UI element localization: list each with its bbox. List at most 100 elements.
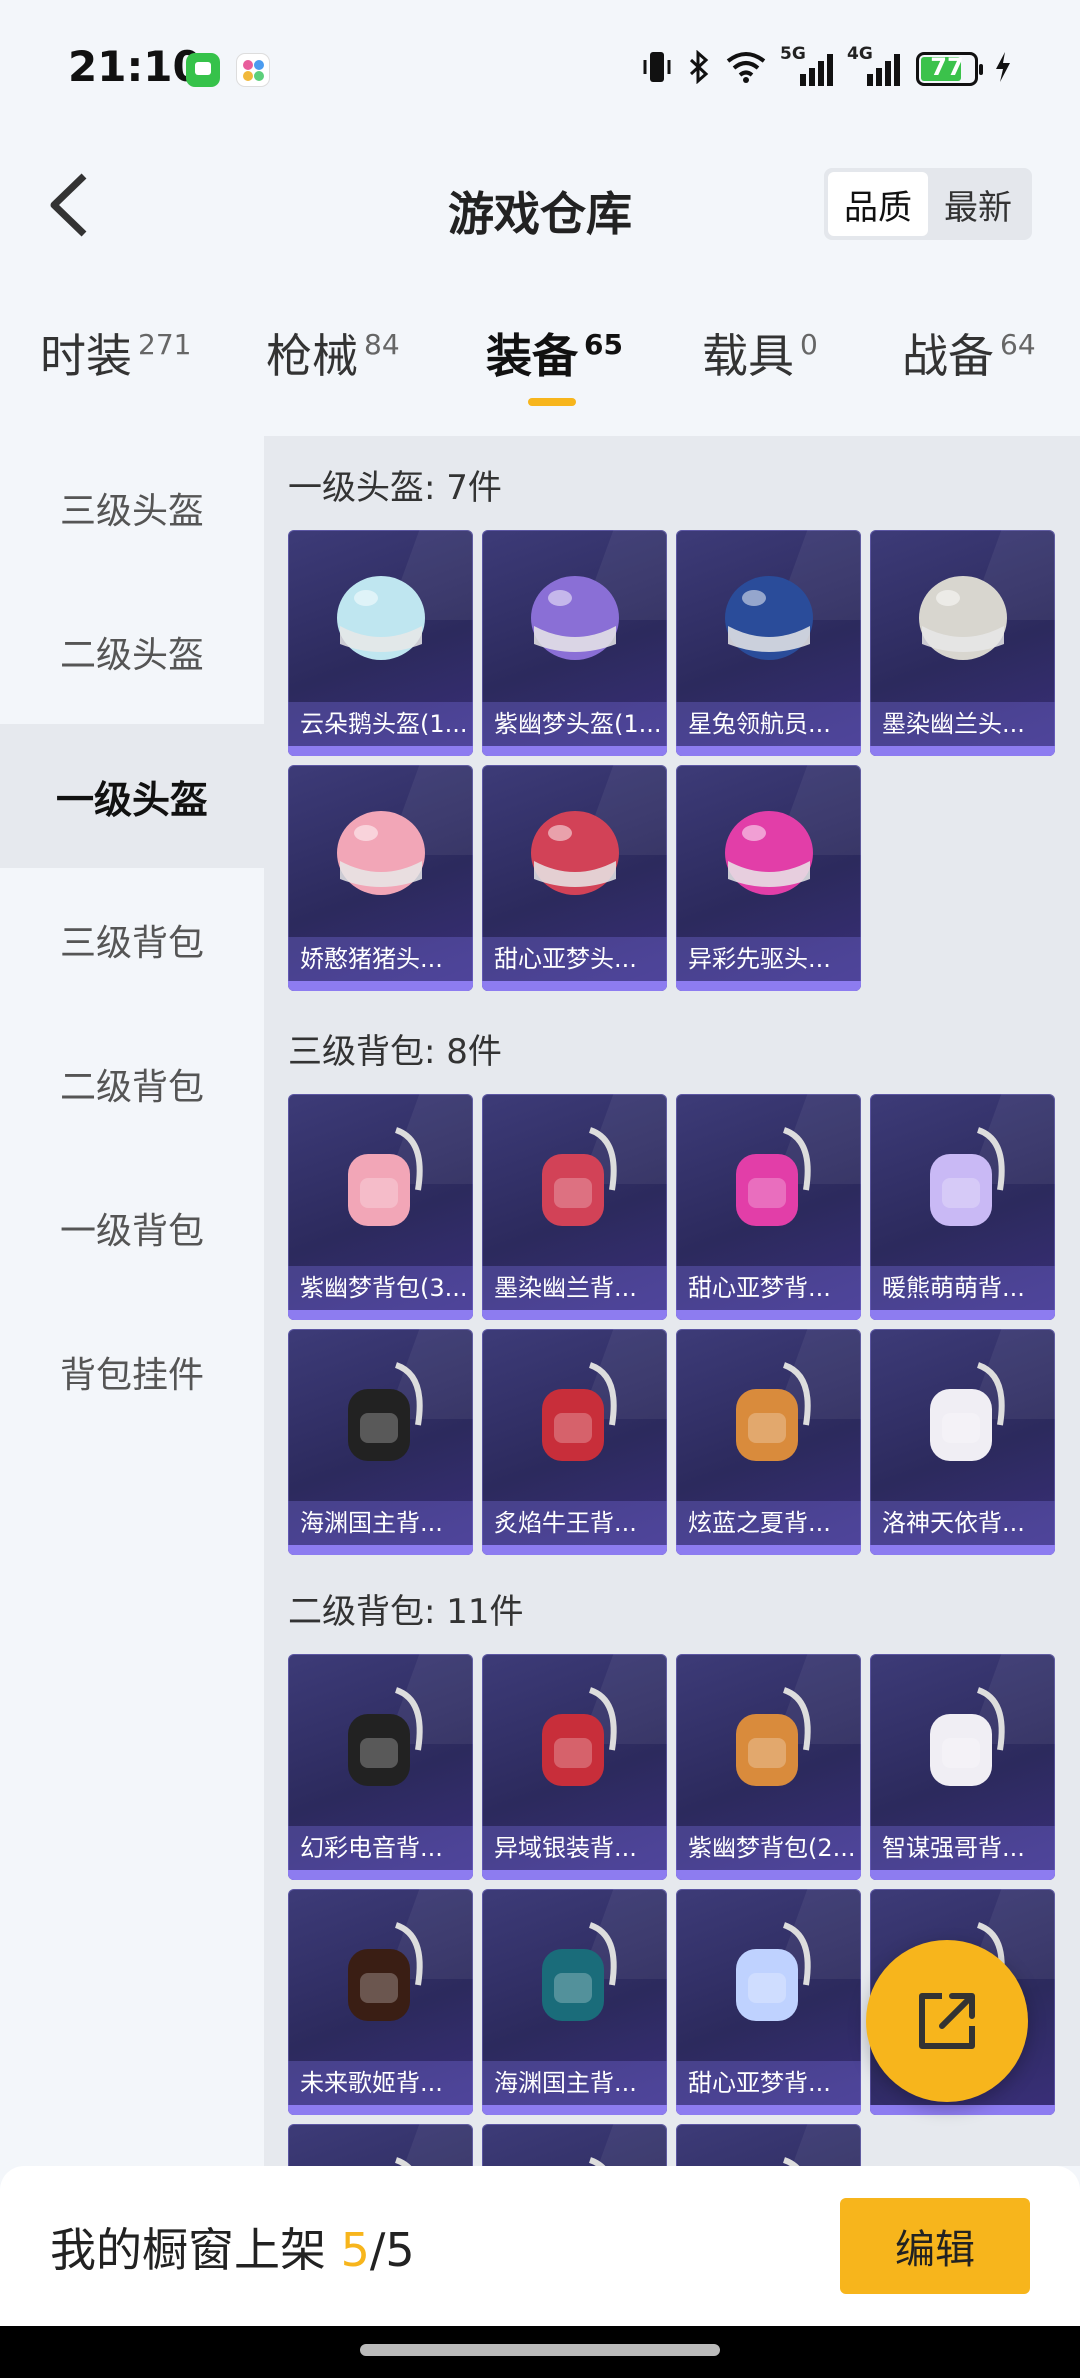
item-card[interactable]: 甜心亚梦背... — [676, 1094, 861, 1320]
sidebar-item-level3-helmet[interactable]: 三级头盔 — [0, 436, 264, 580]
helmet-image — [520, 556, 630, 676]
item-grid: 紫幽梦背包(3... 墨染幽兰背... 甜心亚梦背... 暖熊萌萌背... 海渊国主背.… — [288, 1094, 1055, 1555]
tab-label: 战备 — [902, 329, 994, 383]
tab-vehicles[interactable]: 载具 0 — [702, 320, 818, 386]
helmet-image — [326, 791, 436, 911]
active-tab-indicator — [528, 398, 576, 406]
item-name: 墨染幽兰头... — [870, 702, 1055, 746]
tab-label: 载具 — [702, 329, 794, 383]
rarity-bar — [870, 1310, 1055, 1320]
signal-4g-icon: 4G — [847, 44, 900, 86]
helmet-image — [908, 556, 1018, 676]
sidebar-item-level2-backpack[interactable]: 二级背包 — [0, 1012, 264, 1156]
rarity-bar — [482, 1310, 667, 1320]
item-name: 云朵鹅头盔(1... — [288, 702, 473, 746]
rarity-bar — [288, 1310, 473, 1320]
battery-icon: 77 — [916, 52, 983, 86]
sidebar-item-backpack-charm[interactable]: 背包挂件 — [0, 1300, 264, 1444]
battery-level: 77 — [930, 53, 964, 81]
sidebar-item-level3-backpack[interactable]: 三级背包 — [0, 868, 264, 1012]
showcase-total: /5 — [369, 2223, 415, 2277]
item-card[interactable]: 未来歌姬背... — [288, 1889, 473, 2115]
item-name: 紫幽梦背包(3... — [288, 1266, 473, 1310]
item-card[interactable]: 异彩先驱头... — [676, 765, 861, 991]
item-list[interactable]: 一级头盔: 7件 云朵鹅头盔(1... 紫幽梦头盔(1... 星兔领航员... 墨染幽… — [264, 436, 1080, 2166]
tab-fashion[interactable]: 时装 271 — [40, 320, 191, 386]
rarity-bar — [676, 1545, 861, 1555]
item-card[interactable] — [288, 2124, 473, 2166]
item-name: 娇憨猪猪头... — [288, 937, 473, 981]
showcase-count: 5 — [340, 2223, 370, 2277]
signal-5g-icon: 5G — [780, 44, 833, 86]
rarity-bar — [288, 981, 473, 991]
section-title: 一级头盔: 7件 — [288, 468, 502, 508]
rarity-bar — [676, 981, 861, 991]
item-grid: 云朵鹅头盔(1... 紫幽梦头盔(1... 星兔领航员... 墨染幽兰头... 娇憨猪猪… — [288, 530, 1055, 991]
backpack-image — [520, 1355, 630, 1475]
item-name: 紫幽梦头盔(1... — [482, 702, 667, 746]
item-name: 炫蓝之夏背... — [676, 1501, 861, 1545]
item-card[interactable]: 炫蓝之夏背... — [676, 1329, 861, 1555]
tab-equipment[interactable]: 装备 65 — [486, 320, 623, 386]
item-card[interactable]: 暖熊萌萌背... — [870, 1094, 1055, 1320]
showcase-label: 我的橱窗上架 5/5 — [50, 2214, 415, 2280]
tab-count: 84 — [364, 328, 400, 361]
sidebar-item-level1-helmet[interactable]: 一级头盔 — [0, 724, 264, 868]
backpack-image — [326, 1915, 436, 2035]
item-card[interactable]: 娇憨猪猪头... — [288, 765, 473, 991]
item-card[interactable]: 海渊国主背... — [288, 1329, 473, 1555]
backpack-image — [520, 1915, 630, 2035]
item-card[interactable]: 紫幽梦背包(3... — [288, 1094, 473, 1320]
item-card[interactable]: 墨染幽兰背... — [482, 1094, 667, 1320]
item-card[interactable]: 异域银装背... — [482, 1654, 667, 1880]
item-card[interactable]: 墨染幽兰头... — [870, 530, 1055, 756]
backpack-image — [326, 1680, 436, 1800]
item-card[interactable]: 智谋强哥背... — [870, 1654, 1055, 1880]
rarity-bar — [482, 2105, 667, 2115]
backpack-image — [714, 2150, 824, 2166]
item-card[interactable]: 紫幽梦背包(2... — [676, 1654, 861, 1880]
item-card[interactable]: 洛神天依背... — [870, 1329, 1055, 1555]
tab-supplies[interactable]: 战备 64 — [902, 320, 1036, 386]
sidebar-item-level2-helmet[interactable]: 二级头盔 — [0, 580, 264, 724]
system-nav-bar — [0, 2326, 1080, 2378]
status-bar: 21:10 5G 4G 77 — [0, 0, 1080, 130]
item-card[interactable]: 海渊国主背... — [482, 1889, 667, 2115]
item-name: 炙焰牛王背... — [482, 1501, 667, 1545]
wifi-icon — [726, 51, 766, 88]
item-card[interactable]: 幻彩电音背... — [288, 1654, 473, 1880]
rarity-bar — [870, 1545, 1055, 1555]
item-card[interactable] — [482, 2124, 667, 2166]
rarity-bar — [676, 746, 861, 756]
item-card[interactable]: 星兔领航员... — [676, 530, 861, 756]
tab-label: 枪械 — [266, 329, 358, 383]
item-card[interactable]: 甜心亚梦头... — [482, 765, 667, 991]
messages-app-icon — [186, 53, 220, 87]
item-card[interactable]: 云朵鹅头盔(1... — [288, 530, 473, 756]
item-card[interactable]: 甜心亚梦背... — [676, 1889, 861, 2115]
backpack-image — [326, 1120, 436, 1240]
section-title: 三级背包: 8件 — [288, 1032, 502, 1072]
home-handle[interactable] — [360, 2344, 720, 2356]
backpack-image — [714, 1680, 824, 1800]
helmet-image — [714, 556, 824, 676]
sort-latest-button[interactable]: 最新 — [928, 172, 1028, 236]
share-button[interactable] — [866, 1940, 1028, 2102]
rarity-bar — [870, 2105, 1055, 2115]
item-card[interactable]: 炙焰牛王背... — [482, 1329, 667, 1555]
bluetooth-icon — [688, 49, 710, 89]
item-name: 幻彩电音背... — [288, 1826, 473, 1870]
edit-button[interactable]: 编辑 — [840, 2198, 1030, 2294]
sidebar-item-level1-backpack[interactable]: 一级背包 — [0, 1156, 264, 1300]
item-name: 甜心亚梦头... — [482, 937, 667, 981]
item-name: 智谋强哥背... — [870, 1826, 1055, 1870]
item-name: 墨染幽兰背... — [482, 1266, 667, 1310]
backpack-image — [714, 1915, 824, 2035]
item-card[interactable]: 紫幽梦头盔(1... — [482, 530, 667, 756]
item-card[interactable] — [676, 2124, 861, 2166]
sort-quality-button[interactable]: 品质 — [828, 172, 928, 236]
item-name: 异彩先驱头... — [676, 937, 861, 981]
tab-guns[interactable]: 枪械 84 — [266, 320, 400, 386]
tab-count: 271 — [138, 328, 192, 361]
helmet-image — [714, 791, 824, 911]
